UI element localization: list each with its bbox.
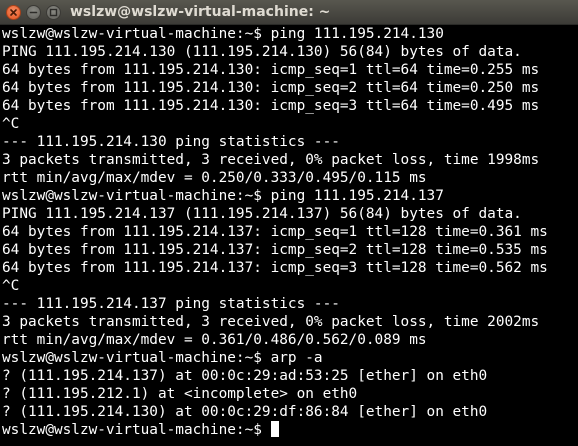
terminal-line: PING 111.195.214.137 (111.195.214.137) 5… [2,206,522,222]
terminal-line: rtt min/avg/max/mdev = 0.250/0.333/0.495… [2,170,427,186]
terminal-line: wslzw@wslzw-virtual-machine:~$ ping 111.… [2,188,444,204]
terminal-window: wslzw@wslzw-virtual-machine: ~ wslzw@wsl… [0,0,578,446]
terminal-line: PING 111.195.214.130 (111.195.214.130) 5… [2,44,522,60]
terminal-line: rtt min/avg/max/mdev = 0.361/0.486/0.562… [2,332,427,348]
terminal-line: 64 bytes from 111.195.214.130: icmp_seq=… [2,98,540,114]
minimize-icon [29,11,38,14]
terminal-lines: wslzw@wslzw-virtual-machine:~$ ping 111.… [2,25,578,421]
terminal-line: ? (111.195.214.130) at 00:0c:29:df:86:84… [2,404,488,420]
terminal-line: --- 111.195.214.137 ping statistics --- [2,296,340,312]
window-title: wslzw@wslzw-virtual-machine: ~ [70,4,331,20]
title-bar[interactable]: wslzw@wslzw-virtual-machine: ~ [0,0,578,25]
terminal-line: ? (111.195.214.137) at 00:0c:29:ad:53:25… [2,368,488,384]
terminal-line: ^C [2,116,20,132]
terminal-line: 64 bytes from 111.195.214.130: icmp_seq=… [2,62,540,78]
minimize-button[interactable] [26,5,41,20]
close-icon [10,9,17,16]
terminal-line: ? (111.195.212.1) at <incomplete> on eth… [2,386,358,402]
terminal-line: 64 bytes from 111.195.214.137: icmp_seq=… [2,260,548,276]
terminal-line: 3 packets transmitted, 3 received, 0% pa… [2,314,540,330]
terminal-line: 64 bytes from 111.195.214.130: icmp_seq=… [2,80,540,96]
terminal-line: --- 111.195.214.130 ping statistics --- [2,134,340,150]
terminal-line: 64 bytes from 111.195.214.137: icmp_seq=… [2,224,548,240]
terminal-line: wslzw@wslzw-virtual-machine:~$ ping 111.… [2,26,444,42]
maximize-button[interactable] [46,5,61,20]
terminal-output[interactable]: wslzw@wslzw-virtual-machine:~$ ping 111.… [2,25,578,446]
terminal-line: wslzw@wslzw-virtual-machine:~$ arp -a [2,350,323,366]
terminal-line: ^C [2,278,20,294]
text-cursor [270,421,279,437]
terminal-line: 64 bytes from 111.195.214.137: icmp_seq=… [2,242,548,258]
terminal-prompt: wslzw@wslzw-virtual-machine:~$ [2,422,271,438]
terminal-line: 3 packets transmitted, 3 received, 0% pa… [2,152,540,168]
maximize-icon [49,8,58,17]
terminal-prompt-line[interactable]: wslzw@wslzw-virtual-machine:~$ [2,421,578,439]
close-button[interactable] [6,5,21,20]
